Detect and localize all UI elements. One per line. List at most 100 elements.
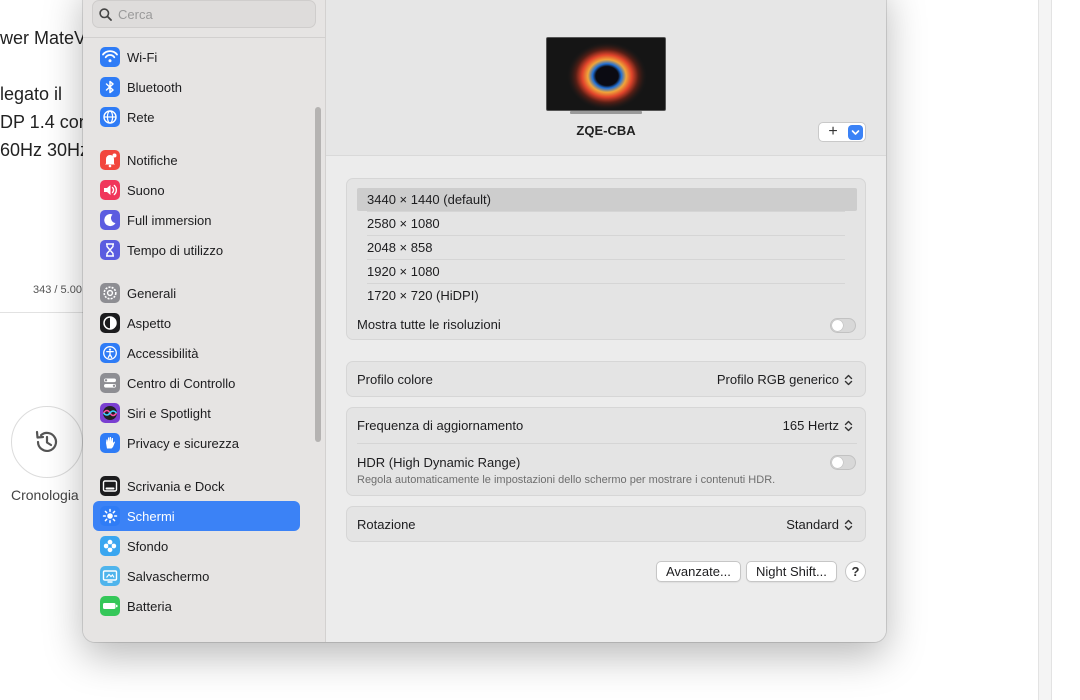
refresh-hdr-card: Frequenza di aggiornamento 165 Hertz HDR…: [346, 407, 866, 496]
sidebar-item-suono[interactable]: Suono: [93, 175, 300, 205]
resolution-card: 3440 × 1440 (default) 2580 × 1080 2048 × 8…: [346, 178, 866, 340]
accessibility-icon: [100, 343, 120, 363]
globe-icon: [100, 107, 120, 127]
rotation-card: Rotazione Standard: [346, 506, 866, 542]
add-display-control[interactable]: +: [818, 122, 866, 142]
advanced-button[interactable]: Avanzate...: [656, 561, 741, 582]
add-display-menu-button[interactable]: [848, 124, 863, 140]
moon-icon: [100, 210, 120, 230]
sidebar-item-label: Scrivania e Dock: [127, 478, 225, 494]
sidebar-item-sfondo[interactable]: Sfondo: [93, 531, 300, 561]
background-scroll-strip: [1038, 0, 1052, 700]
show-all-resolutions-label: Mostra tutte le risoluzioni: [357, 317, 501, 332]
help-button[interactable]: ?: [845, 561, 866, 582]
sidebar-item-label: Privacy e sicurezza: [127, 435, 239, 451]
rotation-popup[interactable]: Standard: [786, 517, 853, 532]
search-input[interactable]: [118, 6, 298, 22]
sidebar-item-notifiche[interactable]: Notifiche: [93, 145, 300, 175]
sidebar-item-label: Centro di Controllo: [127, 375, 236, 391]
color-profile-popup[interactable]: Profilo RGB generico: [717, 372, 853, 387]
sidebar-item-label: Tempo di utilizzo: [127, 242, 224, 258]
sidebar-item-full-immersion[interactable]: Full immersion: [93, 205, 300, 235]
dock-icon: [100, 476, 120, 496]
sidebar-item-label: Accessibilità: [127, 345, 199, 361]
appearance-icon: [100, 313, 120, 333]
resolution-option[interactable]: 2048 × 858: [357, 236, 857, 259]
sidebar-item-label: Aspetto: [127, 315, 172, 331]
sidebar-item-salvaschermo[interactable]: Salvaschermo: [93, 561, 300, 591]
resolution-divider: [367, 235, 845, 236]
hdr-description: Regola automaticamente le impostazioni d…: [357, 474, 776, 486]
refresh-rate-value: 165 Hertz: [782, 418, 839, 433]
sidebar-item-centro-di-controllo[interactable]: Centro di Controllo: [93, 368, 300, 398]
show-all-resolutions-toggle[interactable]: [830, 318, 856, 333]
sidebar-item-bluetooth[interactable]: Bluetooth: [93, 72, 300, 102]
card-divider: [357, 443, 857, 444]
resolution-option-label: 1720 × 720 (HiDPI): [367, 288, 479, 303]
display-stand: [570, 111, 642, 114]
history-icon: [35, 430, 58, 452]
resolution-option-label: 1920 × 1080: [367, 264, 440, 279]
updown-chevron-icon: [844, 420, 853, 431]
sidebar-item-siri-e-spotlight[interactable]: Siri e Spotlight: [93, 398, 300, 428]
sidebar-item-label: Full immersion: [127, 212, 212, 228]
flower-icon: [100, 536, 120, 556]
sidebar-item-generali[interactable]: Generali: [93, 278, 300, 308]
sidebar-item-label: Wi-Fi: [127, 49, 158, 65]
background-text-line-4: 60Hz 30Hz: [0, 140, 90, 160]
resolution-option-label: 2048 × 858: [367, 240, 433, 255]
battery-icon: [100, 596, 120, 616]
sidebar-item-privacy-e-sicurezza[interactable]: Privacy e sicurezza: [93, 428, 300, 458]
resolution-option[interactable]: 3440 × 1440 (default): [357, 188, 857, 211]
rotation-label: Rotazione: [357, 517, 416, 532]
display-wallpaper: [547, 38, 665, 110]
background-divider: [0, 312, 90, 313]
rotation-value: Standard: [786, 517, 839, 532]
sidebar-item-label: Schermi: [127, 508, 175, 524]
resolution-divider: [367, 259, 845, 260]
speaker-icon: [100, 180, 120, 200]
sidebar-item-scrivania-e-dock[interactable]: Scrivania e Dock: [93, 471, 300, 501]
settings-window: Wi-Fi Bluetooth Rete Notifiche Suono Full imm…: [83, 0, 886, 642]
search-field[interactable]: [92, 0, 316, 28]
sidebar-item-accessibilit[interactable]: Accessibilità: [93, 338, 300, 368]
hdr-label: HDR (High Dynamic Range): [357, 455, 521, 470]
sidebar-item-aspetto[interactable]: Aspetto: [93, 308, 300, 338]
bell-icon: [100, 150, 120, 170]
resolution-option[interactable]: 2580 × 1080: [357, 212, 857, 235]
search-icon: [99, 7, 112, 21]
sidebar-item-rete[interactable]: Rete: [93, 102, 300, 132]
background-text-line-2: legato il: [0, 84, 63, 104]
display-thumbnail[interactable]: [546, 37, 666, 111]
gear-icon: [100, 283, 120, 303]
background-text-line-3: DP 1.4 con: [0, 112, 89, 132]
color-profile-card: Profilo colore Profilo RGB generico: [346, 361, 866, 397]
sidebar-item-label: Siri e Spotlight: [127, 405, 211, 421]
color-profile-value: Profilo RGB generico: [716, 372, 839, 387]
display-header: ZQE-CBA +: [326, 0, 886, 156]
updown-chevron-icon: [844, 519, 853, 530]
hdr-toggle[interactable]: [830, 455, 856, 470]
resolution-option-label: 2580 × 1080: [367, 216, 440, 231]
resolution-option[interactable]: 1720 × 720 (HiDPI): [357, 284, 857, 307]
sidebar-item-schermi[interactable]: Schermi: [93, 501, 300, 531]
sidebar-item-wi-fi[interactable]: Wi-Fi: [93, 42, 300, 72]
refresh-rate-popup[interactable]: 165 Hertz: [783, 418, 853, 433]
sidebar-item-label: Suono: [127, 182, 165, 198]
background-text-line-1: wer MateV: [0, 28, 87, 48]
sidebar-item-tempo-di-utilizzo[interactable]: Tempo di utilizzo: [93, 235, 300, 265]
hourglass-icon: [100, 240, 120, 260]
add-display-button[interactable]: +: [819, 123, 847, 141]
night-shift-button[interactable]: Night Shift...: [746, 561, 837, 582]
screensaver-icon: [100, 566, 120, 586]
sidebar-item-batteria[interactable]: Batteria: [93, 591, 300, 621]
bluetooth-icon: [100, 77, 120, 97]
sidebar-item-label: Batteria: [127, 598, 172, 614]
search-divider: [83, 37, 326, 38]
color-profile-label: Profilo colore: [357, 372, 433, 387]
resolution-divider: [367, 211, 845, 212]
siri-icon: [100, 403, 120, 423]
history-button[interactable]: [11, 406, 83, 478]
sidebar-scrollbar[interactable]: [315, 107, 321, 442]
resolution-option[interactable]: 1920 × 1080: [357, 260, 857, 283]
